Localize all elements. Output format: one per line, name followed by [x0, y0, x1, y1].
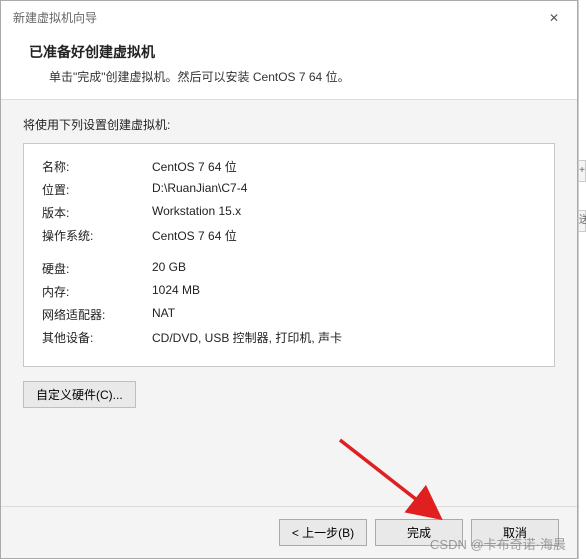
- settings-label: 内存:: [42, 283, 152, 300]
- settings-row: 操作系统:CentOS 7 64 位: [42, 227, 536, 244]
- settings-value: D:\RuanJian\C7-4: [152, 181, 536, 198]
- settings-value: 20 GB: [152, 260, 536, 277]
- settings-label: 网络适配器:: [42, 306, 152, 323]
- settings-value: CentOS 7 64 位: [152, 227, 536, 244]
- edge-button-2[interactable]: 送: [578, 210, 586, 232]
- settings-value: NAT: [152, 306, 536, 323]
- settings-value: Workstation 15.x: [152, 204, 536, 221]
- settings-label: 位置:: [42, 181, 152, 198]
- wizard-window: 新建虚拟机向导 ✕ 已准备好创建虚拟机 单击"完成"创建虚拟机。然后可以安装 C…: [0, 0, 578, 559]
- settings-value: 1024 MB: [152, 283, 536, 300]
- settings-row: 其他设备:CD/DVD, USB 控制器, 打印机, 声卡: [42, 329, 536, 346]
- header-heading: 已准备好创建虚拟机: [29, 42, 549, 62]
- header-description: 单击"完成"创建虚拟机。然后可以安装 CentOS 7 64 位。: [29, 68, 549, 85]
- close-icon[interactable]: ✕: [543, 11, 565, 25]
- content-section: 将使用下列设置创建虚拟机: 名称:CentOS 7 64 位位置:D:\Ruan…: [1, 100, 577, 506]
- settings-row: 版本:Workstation 15.x: [42, 204, 536, 221]
- header-section: 已准备好创建虚拟机 单击"完成"创建虚拟机。然后可以安装 CentOS 7 64…: [1, 34, 577, 100]
- settings-value: CD/DVD, USB 控制器, 打印机, 声卡: [152, 329, 536, 346]
- titlebar: 新建虚拟机向导 ✕: [1, 1, 577, 34]
- settings-row: 名称:CentOS 7 64 位: [42, 158, 536, 175]
- settings-row: 网络适配器:NAT: [42, 306, 536, 323]
- settings-value: CentOS 7 64 位: [152, 158, 536, 175]
- settings-label: 操作系统:: [42, 227, 152, 244]
- settings-panel: 名称:CentOS 7 64 位位置:D:\RuanJian\C7-4版本:Wo…: [23, 143, 555, 367]
- right-edge-strip: + 送: [578, 0, 586, 559]
- content-intro: 将使用下列设置创建虚拟机:: [23, 116, 555, 133]
- settings-label: 硬盘:: [42, 260, 152, 277]
- window-title: 新建虚拟机向导: [13, 9, 97, 26]
- settings-label: 名称:: [42, 158, 152, 175]
- settings-row: 硬盘:20 GB: [42, 260, 536, 277]
- edge-button-1[interactable]: +: [578, 160, 586, 182]
- settings-label: 其他设备:: [42, 329, 152, 346]
- back-button[interactable]: < 上一步(B): [279, 519, 367, 546]
- settings-label: 版本:: [42, 204, 152, 221]
- customize-hardware-button[interactable]: 自定义硬件(C)...: [23, 381, 136, 408]
- settings-row: 内存:1024 MB: [42, 283, 536, 300]
- settings-row: 位置:D:\RuanJian\C7-4: [42, 181, 536, 198]
- watermark-text: CSDN @卡布奇诺·海晨: [430, 534, 566, 553]
